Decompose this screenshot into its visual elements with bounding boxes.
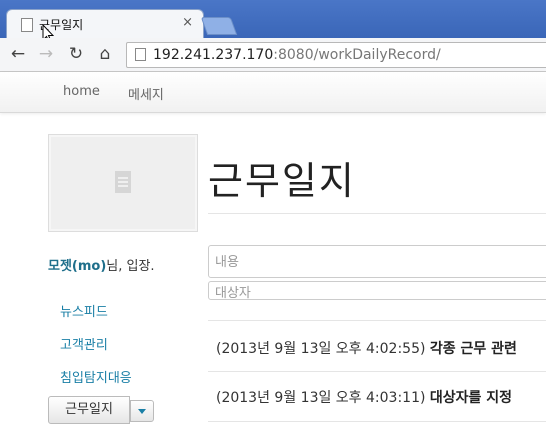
page-icon: [135, 48, 146, 61]
browser-toolbar: ← → ↻ ⌂ 192.241.237.170:8080/workDailyRe…: [0, 38, 546, 72]
divider: [208, 371, 546, 372]
site-navbar: home 메세지: [0, 72, 546, 113]
home-icon[interactable]: ⌂: [95, 44, 115, 64]
new-tab-button[interactable]: [200, 17, 238, 35]
sidebar-item-newsfeed[interactable]: 뉴스피드: [60, 301, 108, 320]
divider: [208, 421, 546, 422]
page-title: 근무일지: [208, 159, 356, 203]
reload-icon[interactable]: ↻: [66, 44, 86, 64]
url-text: 192.241.237.170:8080/workDailyRecord/: [153, 47, 441, 63]
sidebar-item-intrusion[interactable]: 침입탐지대응: [60, 367, 132, 386]
page-icon: [21, 18, 33, 32]
nav-message-link[interactable]: 메세지: [128, 84, 164, 103]
user-greeting: 모젯(mo)님, 입장.: [48, 259, 155, 274]
address-bar[interactable]: 192.241.237.170:8080/workDailyRecord/: [126, 42, 546, 68]
content-input[interactable]: 내용: [208, 245, 546, 278]
divider: [208, 320, 546, 321]
target-input[interactable]: 대상자: [208, 281, 546, 301]
browser-tab[interactable]: 근무일지 ×: [6, 9, 204, 40]
work-log-button[interactable]: 근무일지: [48, 396, 130, 424]
forward-arrow-icon[interactable]: →: [36, 44, 56, 64]
user-name[interactable]: 모젯(mo): [48, 259, 106, 274]
log-entry: (2013년 9월 13일 오후 4:03:11) 대상자를 지정: [216, 390, 513, 406]
divider: [208, 213, 546, 214]
profile-thumbnail: [48, 134, 198, 232]
log-entry: (2013년 9월 13일 오후 4:02:55) 각종 근무 관련: [216, 341, 517, 357]
close-icon[interactable]: ×: [182, 15, 193, 30]
back-arrow-icon[interactable]: ←: [8, 44, 28, 64]
sidebar-item-customers[interactable]: 고객관리: [60, 334, 108, 353]
document-icon: [115, 171, 131, 193]
nav-home-link[interactable]: home: [63, 84, 100, 99]
chevron-down-icon[interactable]: [130, 400, 154, 422]
